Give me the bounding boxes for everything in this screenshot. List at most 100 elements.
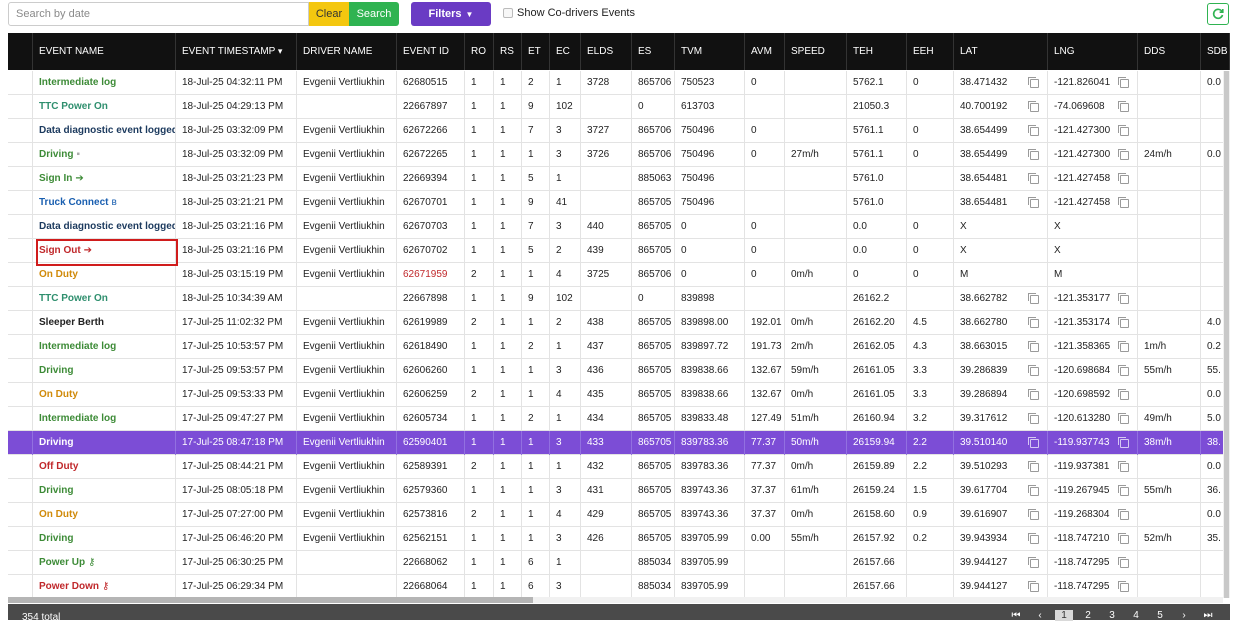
column-header-eeh[interactable]: EEH xyxy=(907,33,954,70)
table-row[interactable]: Data diagnostic event logged 18-Jul-25 03… xyxy=(8,215,1230,239)
next-page-icon[interactable]: › xyxy=(1172,610,1196,621)
column-header-elds[interactable]: ELDS xyxy=(581,33,632,70)
horizontal-scroll-thumb[interactable] xyxy=(8,597,533,603)
table-row[interactable]: On Duty 18-Jul-25 03:15:19 PM Evgenii Vert… xyxy=(8,263,1230,287)
copy-icon[interactable] xyxy=(1118,389,1129,400)
event-name[interactable]: On Duty xyxy=(39,269,78,280)
row-select-cell[interactable] xyxy=(8,287,33,311)
copy-icon[interactable] xyxy=(1028,509,1039,520)
copy-icon[interactable] xyxy=(1028,317,1039,328)
refresh-button[interactable] xyxy=(1207,3,1229,25)
row-select-cell[interactable] xyxy=(8,359,33,383)
copy-icon[interactable] xyxy=(1118,413,1129,424)
row-select-cell[interactable] xyxy=(8,143,33,167)
table-row[interactable]: On Duty 17-Jul-25 09:53:33 PM Evgenii Vert… xyxy=(8,383,1230,407)
search-input[interactable] xyxy=(8,2,309,26)
column-header-ro[interactable]: RO xyxy=(465,33,494,70)
filters-button[interactable]: Filters ▼ xyxy=(411,2,491,26)
page-3[interactable]: 3 xyxy=(1100,610,1124,621)
event-name[interactable]: Data diagnostic event logged xyxy=(39,221,175,232)
row-select-cell[interactable] xyxy=(8,71,33,95)
copy-icon[interactable] xyxy=(1118,581,1129,592)
copy-icon[interactable] xyxy=(1118,341,1129,352)
event-name[interactable]: Driving xyxy=(39,149,73,160)
copy-icon[interactable] xyxy=(1028,125,1039,136)
table-row[interactable]: Power Up ⚷ 17-Jul-25 06:30:25 PM 22668062 1 1… xyxy=(8,551,1230,575)
event-name[interactable]: Sleeper Berth xyxy=(39,317,104,328)
copy-icon[interactable] xyxy=(1118,197,1129,208)
copy-icon[interactable] xyxy=(1028,533,1039,544)
column-header-dds[interactable]: DDS xyxy=(1138,33,1201,70)
row-select-cell[interactable] xyxy=(8,239,33,263)
row-select-cell[interactable] xyxy=(8,503,33,527)
page-5[interactable]: 5 xyxy=(1148,610,1172,621)
row-select-cell[interactable] xyxy=(8,191,33,215)
event-name[interactable]: Driving xyxy=(39,485,73,496)
page-1[interactable]: 1 xyxy=(1055,610,1073,621)
copy-icon[interactable] xyxy=(1118,533,1129,544)
copy-icon[interactable] xyxy=(1028,101,1039,112)
table-row[interactable]: TTC Power On 18-Jul-25 10:34:39 AM 2266789… xyxy=(8,287,1230,311)
event-name[interactable]: Truck Connect xyxy=(39,197,108,208)
search-button[interactable]: Search xyxy=(349,2,399,26)
column-header-driver-name[interactable]: DRIVER NAME xyxy=(297,33,397,70)
table-row[interactable]: Off Duty 17-Jul-25 08:44:21 PM Evgenii Ver… xyxy=(8,455,1230,479)
copy-icon[interactable] xyxy=(1028,341,1039,352)
copy-icon[interactable] xyxy=(1118,437,1129,448)
horizontal-scrollbar[interactable] xyxy=(8,597,1223,603)
copy-icon[interactable] xyxy=(1028,149,1039,160)
row-select-cell[interactable] xyxy=(8,95,33,119)
copy-icon[interactable] xyxy=(1028,581,1039,592)
copy-icon[interactable] xyxy=(1118,317,1129,328)
clear-button[interactable]: Clear xyxy=(309,2,349,26)
table-row[interactable]: Data diagnostic event logged 18-Jul-25 03… xyxy=(8,119,1230,143)
page-2[interactable]: 2 xyxy=(1076,610,1100,621)
column-header-event-name[interactable]: EVENT NAME xyxy=(33,33,176,70)
sort-desc-icon[interactable]: ▾ xyxy=(275,46,283,56)
copy-icon[interactable] xyxy=(1028,293,1039,304)
row-select-cell[interactable] xyxy=(8,455,33,479)
copy-icon[interactable] xyxy=(1028,485,1039,496)
row-select-cell[interactable] xyxy=(8,311,33,335)
column-header-sdb[interactable]: SDB xyxy=(1201,33,1230,70)
table-row[interactable]: Truck Connect ʙ 18-Jul-25 03:21:21 PM Evgen… xyxy=(8,191,1230,215)
column-header-speed[interactable]: SPEED xyxy=(785,33,847,70)
copy-icon[interactable] xyxy=(1118,557,1129,568)
row-select-cell[interactable] xyxy=(8,335,33,359)
row-select-cell[interactable] xyxy=(8,119,33,143)
copy-icon[interactable] xyxy=(1028,461,1039,472)
copy-icon[interactable] xyxy=(1118,485,1129,496)
table-row[interactable]: Sign In ➔ 18-Jul-25 03:21:23 PM Evgenii Ver… xyxy=(8,167,1230,191)
copy-icon[interactable] xyxy=(1028,197,1039,208)
event-name[interactable]: Driving xyxy=(39,533,73,544)
column-header-event-timestamp[interactable]: EVENT TIMESTAMP ▾ xyxy=(176,33,297,70)
copy-icon[interactable] xyxy=(1028,389,1039,400)
column-header-lng[interactable]: LNG xyxy=(1048,33,1138,70)
table-row[interactable]: Intermediate log 17-Jul-25 10:53:57 PM Evg… xyxy=(8,335,1230,359)
table-row[interactable]: Driving ▪ 18-Jul-25 03:32:09 PM Evgenii Ver… xyxy=(8,143,1230,167)
row-select-cell[interactable] xyxy=(8,551,33,575)
table-row[interactable]: Intermediate log 17-Jul-25 09:47:27 PM Evg… xyxy=(8,407,1230,431)
last-page-icon[interactable]: ⏭ xyxy=(1196,610,1220,621)
copy-icon[interactable] xyxy=(1118,509,1129,520)
table-row[interactable]: On Duty 17-Jul-25 07:27:00 PM Evgenii Vert… xyxy=(8,503,1230,527)
column-header-teh[interactable]: TEH xyxy=(847,33,907,70)
event-name[interactable]: Power Down xyxy=(39,581,99,592)
event-name[interactable]: Driving xyxy=(39,365,73,376)
event-name[interactable]: On Duty xyxy=(39,389,78,400)
row-select-cell[interactable] xyxy=(8,527,33,551)
row-select-cell[interactable] xyxy=(8,263,33,287)
checkbox-icon[interactable] xyxy=(503,8,513,18)
event-name[interactable]: Intermediate log xyxy=(39,413,116,424)
row-select-cell[interactable] xyxy=(8,431,33,455)
copy-icon[interactable] xyxy=(1028,557,1039,568)
row-select-cell[interactable] xyxy=(8,383,33,407)
column-header-es[interactable]: ES xyxy=(632,33,675,70)
row-select-cell[interactable] xyxy=(8,167,33,191)
event-name[interactable]: Driving xyxy=(39,437,73,448)
vertical-scrollbar[interactable] xyxy=(1223,71,1230,598)
first-page-icon[interactable]: ⏮ xyxy=(1004,610,1028,621)
copy-icon[interactable] xyxy=(1118,149,1129,160)
table-row[interactable]: Driving 17-Jul-25 06:46:20 PM Evgenii Vert… xyxy=(8,527,1230,551)
row-select-cell[interactable] xyxy=(8,479,33,503)
